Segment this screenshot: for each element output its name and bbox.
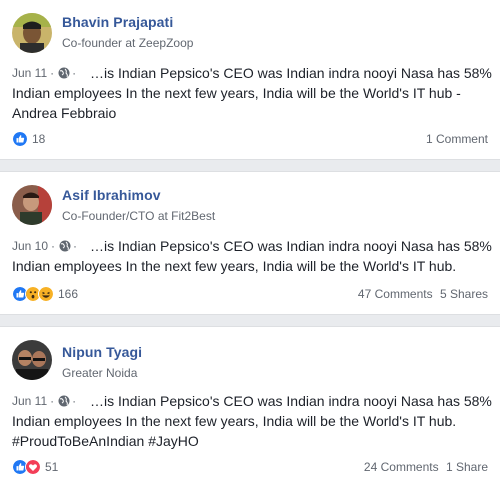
avatar[interactable] [12,185,52,225]
post-card: Asif Ibrahimov Co-Founder/CTO at Fit2Bes… [0,171,500,315]
post-text: …is Indian Pepsico's CEO was Indian indr… [12,391,492,451]
comments-link[interactable]: 47 Comments [358,287,433,301]
love-icon [25,459,41,475]
reactions[interactable]: 18 [12,131,45,147]
post-text-line: …is Indian Pepsico's CEO was Indian indr… [90,238,492,254]
shares-link[interactable]: 5 Shares [440,287,488,301]
like-icon [12,131,28,147]
post-text: …is Indian Pepsico's CEO was Indian indr… [12,63,492,123]
post-text-line: Indian employees In the next few years, … [12,258,457,274]
comments-link[interactable]: 1 Comment [426,132,488,146]
haha-icon [38,286,54,302]
post-card: Nipun Tyagi Greater Noida Jun 11 · · …is… [0,326,500,487]
shares-link[interactable]: 1 Share [446,460,488,474]
avatar[interactable] [12,13,52,53]
post-text-line: …is Indian Pepsico's CEO was Indian indr… [90,65,492,81]
post-text-line: #ProudToBeAnIndian #JayHO [12,433,199,449]
post-text-line: Indian employees In the next few years, … [12,85,461,101]
author-name[interactable]: Nipun Tyagi [62,344,142,360]
reactions[interactable]: 166 [12,286,78,302]
post-text-line: Andrea Febbraio [12,105,117,121]
author-subtitle: Co-Founder/CTO at Fit2Best [62,209,216,223]
author-name[interactable]: Bhavin Prajapati [62,14,173,30]
reactions[interactable]: 51 [12,459,58,475]
post-text-line: …is Indian Pepsico's CEO was Indian indr… [90,393,492,409]
post-text-line: Indian employees In the next few years, … [12,413,457,429]
reaction-count[interactable]: 18 [32,132,45,146]
author-subtitle: Co-founder at ZeepZoop [62,36,194,50]
comments-link[interactable]: 24 Comments [364,460,439,474]
reaction-count[interactable]: 51 [45,460,58,474]
author-name[interactable]: Asif Ibrahimov [62,187,161,203]
post-stats: 1 Comment [426,132,488,146]
post-stats: 24 Comments 1 Share [364,460,488,474]
post-stats: 47 Comments 5 Shares [358,287,488,301]
post-card: Bhavin Prajapati Co-founder at ZeepZoop … [0,0,500,160]
avatar[interactable] [12,340,52,380]
reaction-count[interactable]: 166 [58,287,78,301]
post-text: …is Indian Pepsico's CEO was Indian indr… [12,236,492,276]
author-subtitle: Greater Noida [62,366,138,380]
